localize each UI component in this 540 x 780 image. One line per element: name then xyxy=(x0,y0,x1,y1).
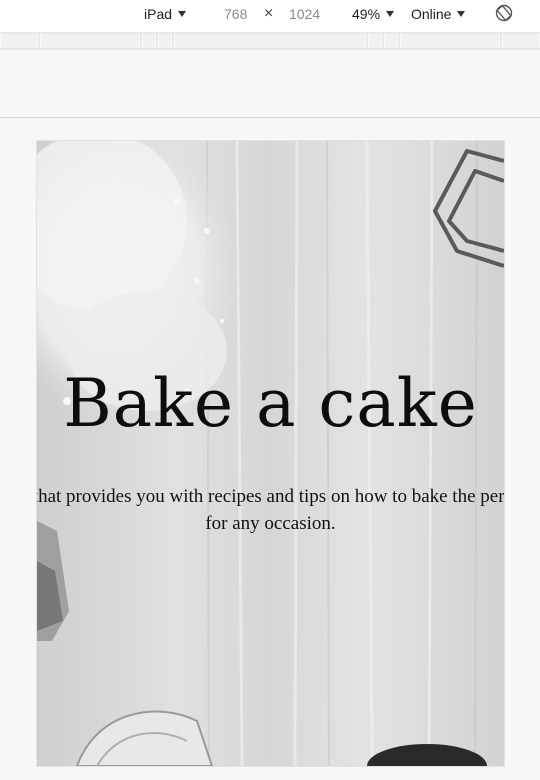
caret-down-icon xyxy=(386,11,395,17)
device-label: iPad xyxy=(144,6,173,22)
media-query-bar[interactable] xyxy=(0,32,540,50)
device-toolbar: iPad 768 × 1024 49% Online xyxy=(0,0,540,28)
device-select[interactable]: iPad xyxy=(144,4,187,24)
height-input[interactable]: 1024 xyxy=(289,4,320,24)
width-input[interactable]: 768 xyxy=(224,4,247,24)
throttle-select[interactable]: Online xyxy=(411,4,466,24)
rotate-button[interactable] xyxy=(494,3,514,23)
zoom-label: 49% xyxy=(352,6,381,22)
dimension-separator: × xyxy=(264,5,274,22)
hero-title: Bake a cake xyxy=(63,365,478,442)
caret-down-icon xyxy=(178,11,187,17)
hero-subtitle: A guide that provides you with recipes a… xyxy=(37,486,504,534)
caret-down-icon xyxy=(457,11,466,17)
rotate-icon xyxy=(495,4,513,22)
ruler-area xyxy=(0,50,540,118)
emulated-page: Bake a cake A guide that provides you wi… xyxy=(37,141,504,766)
throttle-label: Online xyxy=(411,6,452,22)
hero-background-image xyxy=(37,141,504,766)
zoom-select[interactable]: 49% xyxy=(352,4,395,24)
